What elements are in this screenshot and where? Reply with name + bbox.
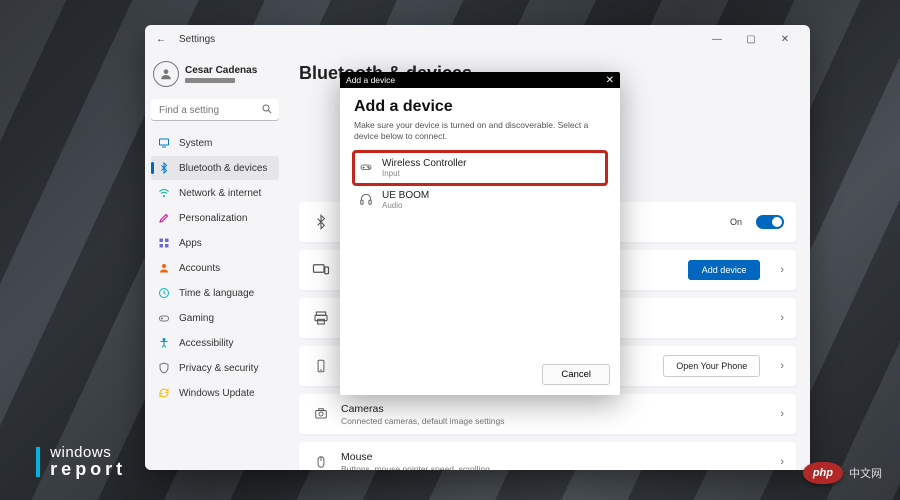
system-icon (157, 136, 171, 150)
close-button[interactable]: ✕ (768, 29, 802, 49)
dialog-close-button[interactable]: ✕ (606, 75, 614, 86)
dialog-title: Add a device (346, 75, 395, 85)
apps-icon (157, 236, 171, 250)
sidebar-item-label: System (179, 138, 212, 149)
nav-list: System Bluetooth & devices Network & inter… (151, 131, 279, 405)
shield-icon (157, 361, 171, 375)
dialog-description: Make sure your device is turned on and d… (354, 120, 594, 142)
watermark-windowsreport: windows report (36, 445, 126, 478)
cancel-button[interactable]: Cancel (542, 364, 610, 385)
user-icon (157, 261, 171, 275)
dialog-heading: Add a device (354, 98, 606, 116)
toggle-label: On (730, 217, 742, 227)
mouse-icon (311, 452, 331, 470)
watermark-php: php 中文网 (803, 462, 882, 484)
chevron-right-icon: › (780, 408, 784, 420)
window-title: Settings (179, 34, 215, 45)
search-input[interactable] (151, 99, 279, 121)
headphone-icon (358, 191, 374, 207)
sidebar-item-game[interactable]: Gaming (151, 306, 279, 330)
sidebar-item-bluetooth[interactable]: Bluetooth & devices (151, 156, 279, 180)
sidebar-item-label: Apps (179, 238, 202, 249)
sidebar-item-label: Gaming (179, 313, 214, 324)
device-item[interactable]: Wireless ControllerInput (354, 152, 606, 184)
sidebar-item-clock[interactable]: Time & language (151, 281, 279, 305)
sidebar-item-system[interactable]: System (151, 131, 279, 155)
back-button[interactable]: ← (153, 34, 169, 45)
device-item[interactable]: UE BOOMAudio (354, 184, 606, 216)
sidebar-item-label: Privacy & security (179, 363, 258, 374)
search-box[interactable] (151, 99, 279, 121)
device-type: Input (382, 169, 466, 178)
bluetooth-toggle[interactable] (756, 215, 784, 229)
user-email-redacted (185, 78, 235, 83)
sidebar-item-pen[interactable]: Personalization (151, 206, 279, 230)
sidebar-item-apps[interactable]: Apps (151, 231, 279, 255)
device-name: UE BOOM (382, 190, 429, 201)
sidebar-item-wifi[interactable]: Network & internet (151, 181, 279, 205)
device-name: Wireless Controller (382, 158, 466, 169)
sidebar: Cesar Cadenas System Bluetooth & devices N… (145, 53, 285, 470)
clock-icon (157, 286, 171, 300)
controller-icon (358, 159, 374, 175)
sidebar-item-label: Personalization (179, 213, 247, 224)
printer-icon (311, 308, 331, 328)
card-sub: Buttons, mouse pointer speed, scrolling (341, 464, 490, 471)
bluetooth-icon (311, 212, 331, 232)
user-name: Cesar Cadenas (185, 65, 257, 76)
sidebar-item-label: Accounts (179, 263, 220, 274)
user-block[interactable]: Cesar Cadenas (151, 57, 279, 95)
avatar-icon (153, 61, 179, 87)
card-mouse[interactable]: Mouse Buttons, mouse pointer speed, scro… (299, 442, 796, 470)
maximize-button[interactable]: ▢ (734, 29, 768, 49)
game-icon (157, 311, 171, 325)
phone-icon (311, 356, 331, 376)
sidebar-item-update[interactable]: Windows Update (151, 381, 279, 405)
access-icon (157, 336, 171, 350)
titlebar: ← Settings — ▢ ✕ (145, 25, 810, 53)
chevron-right-icon: › (780, 312, 784, 324)
sidebar-item-user[interactable]: Accounts (151, 256, 279, 280)
open-phone-button[interactable]: Open Your Phone (663, 355, 760, 377)
bluetooth-icon (157, 161, 171, 175)
camera-icon (311, 404, 331, 424)
card-title: Mouse (341, 451, 490, 463)
update-icon (157, 386, 171, 400)
card-cameras[interactable]: Cameras Connected cameras, default image… (299, 394, 796, 434)
window-controls: — ▢ ✕ (700, 29, 802, 49)
card-sub: Connected cameras, default image setting… (341, 416, 504, 426)
sidebar-item-label: Bluetooth & devices (179, 163, 267, 174)
search-icon (261, 103, 273, 115)
chevron-right-icon: › (780, 264, 784, 276)
device-type: Audio (382, 201, 429, 210)
dialog-titlebar: Add a device ✕ (340, 72, 620, 88)
wifi-icon (157, 186, 171, 200)
add-device-button[interactable]: Add device (688, 260, 761, 280)
sidebar-item-label: Windows Update (179, 388, 255, 399)
sidebar-item-shield[interactable]: Privacy & security (151, 356, 279, 380)
sidebar-item-access[interactable]: Accessibility (151, 331, 279, 355)
sidebar-item-label: Time & language (179, 288, 254, 299)
card-title: Cameras (341, 403, 504, 415)
sidebar-item-label: Network & internet (179, 188, 261, 199)
add-device-dialog: Add a device ✕ Add a device Make sure yo… (340, 72, 620, 395)
devices-icon (311, 260, 331, 280)
chevron-right-icon: › (780, 456, 784, 468)
chevron-right-icon: › (780, 360, 784, 372)
minimize-button[interactable]: — (700, 29, 734, 49)
device-list: Wireless ControllerInputUE BOOMAudio (354, 152, 606, 216)
pen-icon (157, 211, 171, 225)
sidebar-item-label: Accessibility (179, 338, 233, 349)
